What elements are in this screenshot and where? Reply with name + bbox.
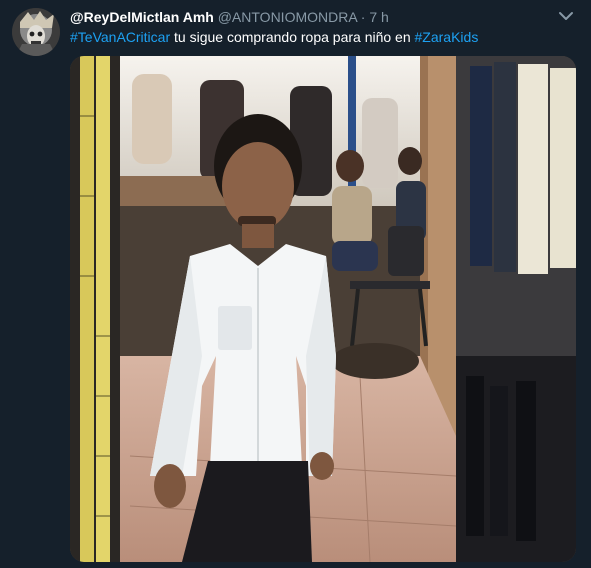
tweet-body: tu sigue comprando ropa para niño en [170,29,415,45]
avatar[interactable] [12,8,60,56]
hashtag-link[interactable]: #ZaraKids [415,29,479,45]
avatar-image [12,8,60,56]
tweet-photo[interactable] [70,56,576,562]
user-handle[interactable]: @ANTONIOMONDRA [218,9,357,25]
separator-dot: · [360,9,366,25]
photo-illustration [70,56,576,562]
chevron-down-icon[interactable] [557,9,575,23]
tweet: @ReyDelMictlan Amh @ANTONIOMONDRA · 7 h … [0,0,591,568]
hashtag-link[interactable]: #TeVanACriticar [70,29,170,45]
tweet-text: #TeVanACriticar tu sigue comprando ropa … [70,28,579,46]
display-name[interactable]: @ReyDelMictlan Amh [70,9,214,25]
tweet-timestamp[interactable]: 7 h [369,9,388,25]
tweet-header: @ReyDelMictlan Amh @ANTONIOMONDRA · 7 h [70,8,551,26]
